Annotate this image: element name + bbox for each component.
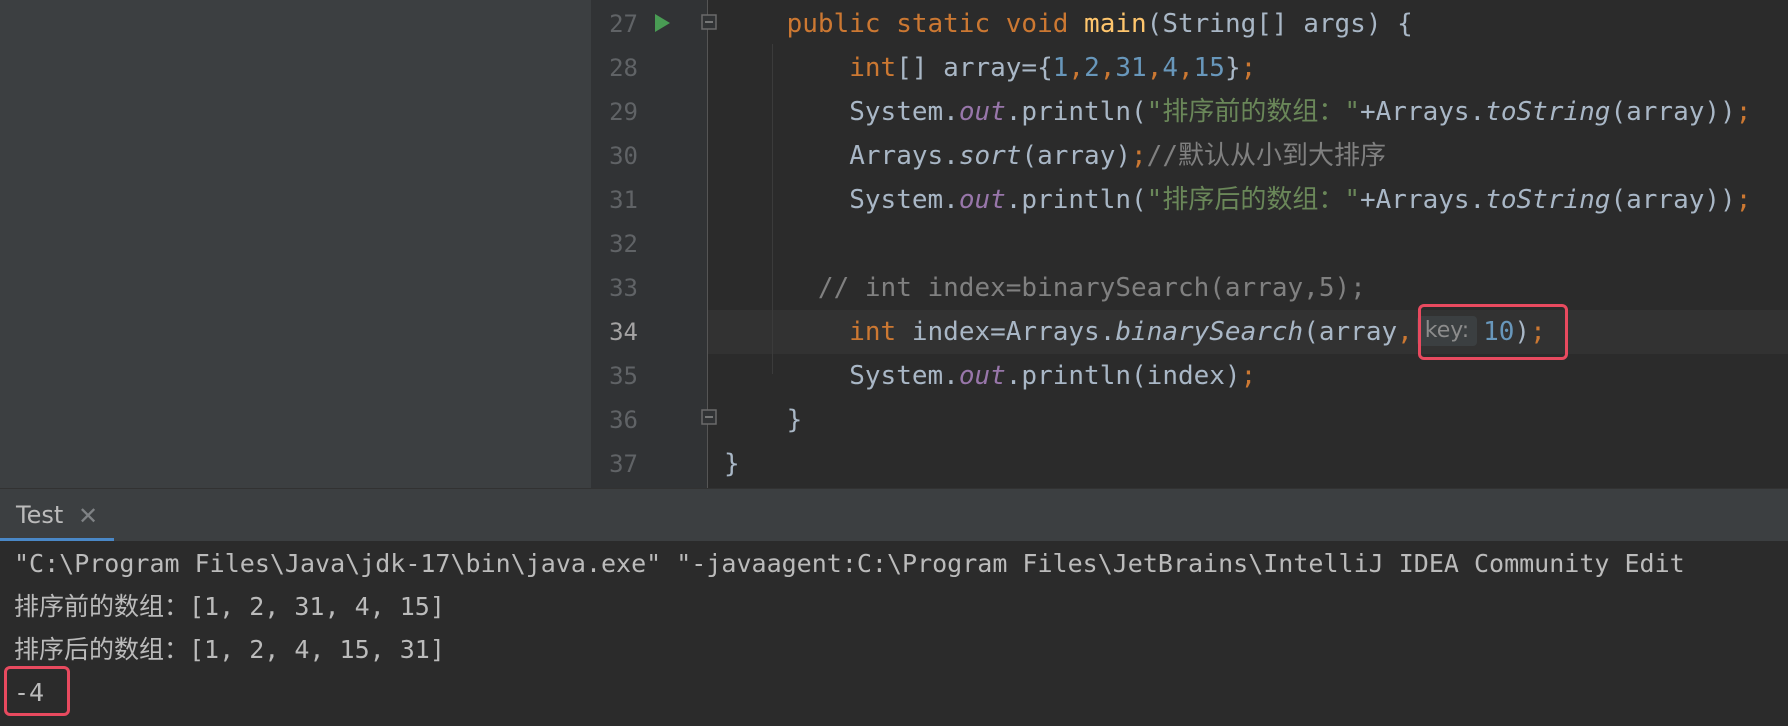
fold-icon[interactable] xyxy=(700,13,718,31)
line-number: 27 xyxy=(609,10,638,38)
code-token: 31 xyxy=(1115,53,1147,83)
line-number: 31 xyxy=(609,186,638,214)
code-line[interactable]: } xyxy=(724,442,740,486)
code-token: (array)) xyxy=(1610,185,1736,215)
code-token: } xyxy=(724,449,740,479)
code-token: out xyxy=(958,97,1006,127)
line-number: 28 xyxy=(609,54,638,82)
code-token: 15 xyxy=(1193,53,1225,83)
code-token: .println( xyxy=(1005,97,1147,127)
line-number: 35 xyxy=(609,362,638,390)
tab-test[interactable]: Test ✕ xyxy=(0,489,114,542)
code-token: "排序前的数组：" xyxy=(1146,97,1360,127)
console-output[interactable]: "C:\Program Files\Java\jdk-17\bin\java.e… xyxy=(0,541,1788,726)
code-token: (array)) xyxy=(1610,97,1736,127)
code-token: ; xyxy=(1240,361,1257,391)
code-token: System. xyxy=(849,185,959,215)
code-token: int xyxy=(849,53,897,83)
code-token: out xyxy=(958,361,1006,391)
code-token: (array) xyxy=(1021,141,1132,171)
code-token: toString xyxy=(1485,97,1611,127)
line-number: 33 xyxy=(609,274,638,302)
code-token: Arrays. xyxy=(849,141,959,171)
code-token: 4 xyxy=(1162,53,1178,83)
console-line: 排序后的数组：[1, 2, 4, 15, 31] xyxy=(14,635,445,664)
run-panel-header: Test ✕ xyxy=(0,488,1788,542)
code-token: (String[] args) { xyxy=(1146,9,1413,39)
code-token: ; xyxy=(1131,141,1147,171)
code-token: binarySearch xyxy=(1115,317,1304,347)
line-number: 29 xyxy=(609,98,638,126)
code-line[interactable]: System.out.println("排序前的数组："+Arrays.toSt… xyxy=(724,90,1751,134)
code-token: 1 xyxy=(1052,53,1069,83)
code-token: main xyxy=(1084,9,1147,39)
code-token: out xyxy=(958,185,1006,215)
code-token: , xyxy=(1397,317,1413,347)
code-token: ; xyxy=(1240,53,1257,83)
line-number-active: 34 xyxy=(609,318,638,346)
code-token: public static void xyxy=(786,9,1085,39)
line-number: 30 xyxy=(609,142,638,170)
code-token: // int index=binarySearch(array,5); xyxy=(817,273,1366,303)
code-line[interactable]: Arrays.sort(array);//默认从小到大排序 xyxy=(724,134,1386,178)
tab-label: Test xyxy=(16,501,64,529)
fold-icon[interactable] xyxy=(700,408,718,426)
code-token: toString xyxy=(1485,185,1611,215)
code-token: //默认从小到大排序 xyxy=(1146,141,1386,171)
project-panel-area xyxy=(0,0,591,488)
close-icon[interactable]: ✕ xyxy=(78,502,98,530)
code-token: ; xyxy=(1735,185,1752,215)
console-line: 排序前的数组：[1, 2, 31, 4, 15] xyxy=(14,592,445,621)
run-icon[interactable] xyxy=(652,13,672,33)
code-token: , xyxy=(1178,53,1194,83)
code-line[interactable]: public static void main(String[] args) { xyxy=(724,2,1413,46)
code-token: sort xyxy=(958,141,1022,171)
code-token: , xyxy=(1068,53,1085,83)
code-line[interactable]: } xyxy=(724,398,803,442)
code-token: } xyxy=(1224,53,1241,83)
code-token: 2 xyxy=(1084,53,1100,83)
code-token: ; xyxy=(1735,97,1752,127)
code-line[interactable]: int[] array={1,2,31,4,15}; xyxy=(724,46,1256,90)
code-token: "排序后的数组：" xyxy=(1146,185,1360,215)
code-token: .println( xyxy=(1005,185,1147,215)
code-editor[interactable]: 27 28 29 30 31 32 33 34 35 36 37 public … xyxy=(0,0,1788,488)
code-line[interactable]: System.out.println(index); xyxy=(724,354,1256,398)
code-token: +Arrays. xyxy=(1359,185,1486,215)
highlight-box-hint xyxy=(1418,304,1568,360)
console-line: "C:\Program Files\Java\jdk-17\bin\java.e… xyxy=(14,549,1685,578)
code-line[interactable]: // int index=binarySearch(array,5); xyxy=(724,266,1366,310)
highlight-box-result xyxy=(4,666,70,716)
code-token: int xyxy=(849,317,897,347)
code-token: , xyxy=(1099,53,1116,83)
line-number: 32 xyxy=(609,230,638,258)
code-line[interactable]: System.out.println("排序后的数组："+Arrays.toSt… xyxy=(724,178,1751,222)
code-token: System. xyxy=(849,97,959,127)
code-token: (array xyxy=(1303,317,1398,347)
code-token: index=Arrays. xyxy=(896,317,1116,347)
code-token: +Arrays. xyxy=(1359,97,1486,127)
run-tool-window: Test ✕ "C:\Program Files\Java\jdk-17\bin… xyxy=(0,488,1788,726)
line-number: 36 xyxy=(609,406,638,434)
code-token: , xyxy=(1146,53,1163,83)
code-token: [] array={ xyxy=(896,53,1053,83)
code-token: .println(index) xyxy=(1005,361,1241,391)
line-number: 37 xyxy=(609,450,638,478)
code-token: System. xyxy=(849,361,959,391)
code-token: } xyxy=(786,405,803,435)
